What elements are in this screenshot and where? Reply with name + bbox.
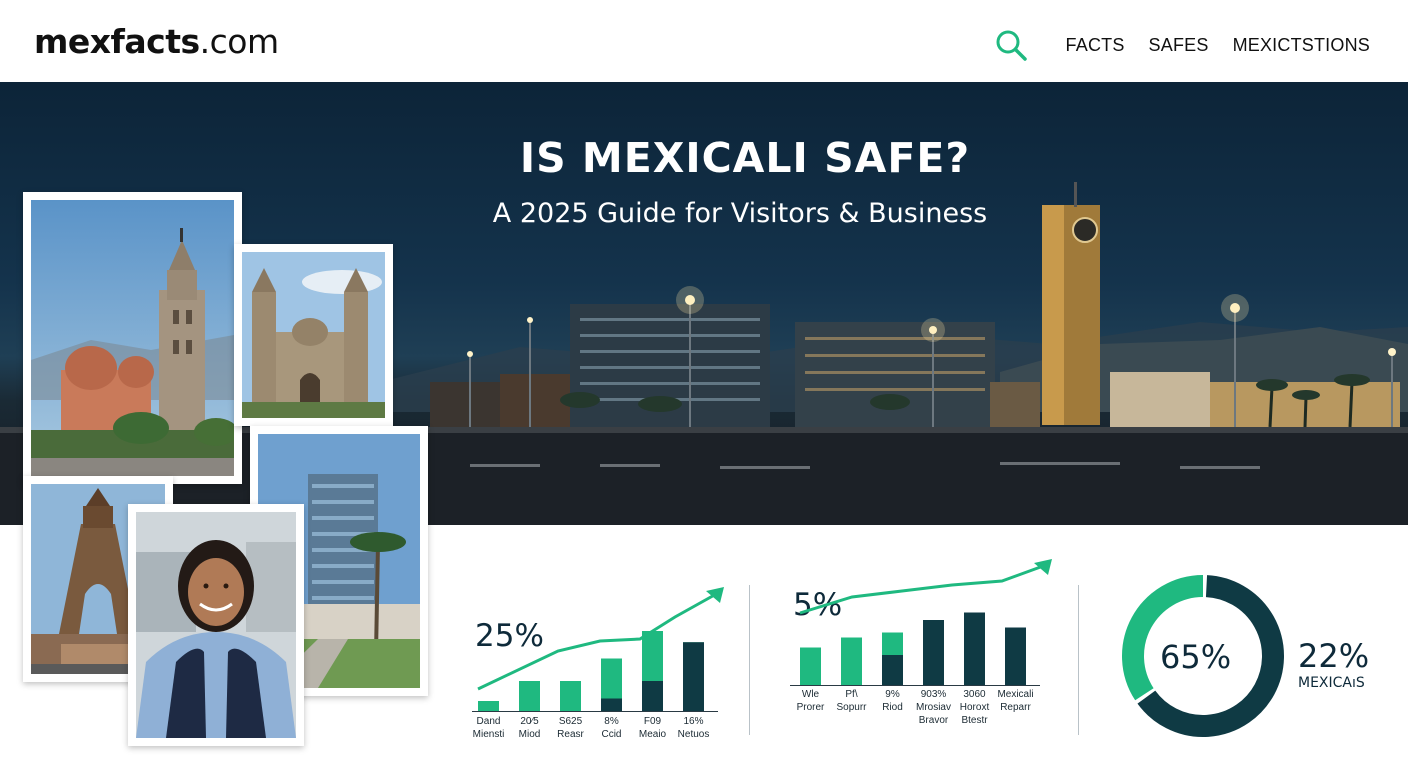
chart1-bar-4-dark <box>601 698 622 711</box>
stats-divider-left <box>749 585 750 735</box>
chart1-trend-arrowhead <box>706 587 724 603</box>
site-logo[interactable]: mexfacts.com <box>34 22 279 61</box>
chart2-bar-2 <box>841 637 862 685</box>
chart2-bar-3-dark <box>882 655 903 685</box>
cathedral-facade-image <box>242 252 385 418</box>
chart1-baseline <box>472 711 718 712</box>
stats-section: 25% Dand Miensti 20⁄5 Miod S625 Reasr 8% Ccid F0… <box>430 525 1408 768</box>
chart1-bar-5-dark <box>642 681 663 711</box>
chart1-category-label: 8% Ccid <box>601 716 622 740</box>
chart1-category-label: F09 Meaio <box>638 716 667 740</box>
donut-side-label: MEXICAıS <box>1298 675 1365 691</box>
chart2-category-label: 9% Riod <box>882 689 903 713</box>
chart2-bar-5-dark <box>964 612 985 685</box>
logo-tld: .com <box>199 22 279 61</box>
chart2-baseline <box>790 685 1040 686</box>
nav-link-mexictstions[interactable]: MEXICTSTIONS <box>1233 35 1370 56</box>
chart1-bar-6-dark <box>683 642 704 711</box>
chart2-category-label: Wle Prorer <box>796 689 825 713</box>
site-header: mexfacts.com FACTS SAFES MEXICTSTIONS <box>0 0 1408 82</box>
stats-divider-right <box>1078 585 1079 735</box>
chart1-category-label: 20⁄5 Miod <box>518 716 541 740</box>
hero-title: IS MEXICALI SAFE? <box>519 134 971 182</box>
nav-link-safes[interactable]: SAFES <box>1149 35 1209 56</box>
donut-center-value: 65% <box>1160 638 1232 676</box>
chart2-bar-6-dark <box>1005 627 1026 685</box>
donut-side-value: 22% <box>1298 637 1370 675</box>
chart1-bar-2 <box>519 681 540 711</box>
search-icon[interactable] <box>994 28 1028 62</box>
chart2-category-label: 903% Mrosiav Bravor <box>915 689 951 726</box>
chart2-bar-1 <box>800 647 821 685</box>
main-nav: FACTS SAFES MEXICTSTIONS <box>994 28 1370 62</box>
chart1-category-label: Dand Miensti <box>472 716 505 740</box>
photo-woman-portrait <box>128 504 304 746</box>
photo-cathedral-facade <box>234 244 393 426</box>
chart1-bar-1 <box>478 701 499 711</box>
cathedral-tower-image <box>31 200 234 476</box>
logo-name: mexfacts <box>34 22 200 61</box>
chart1-bar-3 <box>560 681 581 711</box>
chart2-category-label: Pf\ Sopurr <box>836 689 867 713</box>
chart2-category-label: Mexicali Reparr <box>997 689 1034 713</box>
chart2-bar-4-dark <box>923 620 944 685</box>
photo-cathedral-tower <box>23 192 242 484</box>
woman-portrait-image <box>136 512 296 738</box>
chart1-category-label: 16% Netuos <box>677 716 710 740</box>
chart2-trend-line <box>799 563 1047 615</box>
chart1-trend-line <box>477 591 719 691</box>
chart1-category-label: S625 Reasr <box>557 716 584 740</box>
chart2-category-label: 3060 Horoxt Btestr <box>959 689 990 726</box>
nav-link-facts[interactable]: FACTS <box>1066 35 1125 56</box>
